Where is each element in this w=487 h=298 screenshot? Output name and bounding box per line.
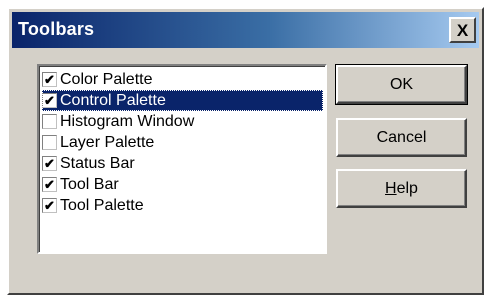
checkbox-tool-palette[interactable] xyxy=(42,198,57,213)
ok-button-label: OK xyxy=(389,75,414,93)
cancel-button[interactable]: Cancel xyxy=(336,118,467,157)
list-item-tool-bar[interactable]: Tool Bar xyxy=(42,174,323,195)
list-item-layer-palette[interactable]: Layer Palette xyxy=(42,132,323,153)
help-button-label: Help xyxy=(385,179,418,197)
toolbar-list[interactable]: Color Palette Control Palette Histogram … xyxy=(37,64,327,254)
list-item-label: Tool Bar xyxy=(60,175,119,193)
close-button[interactable]: X xyxy=(449,17,476,43)
list-item-label: Control Palette xyxy=(60,91,166,109)
checkbox-status-bar[interactable] xyxy=(42,156,57,171)
checkbox-layer-palette[interactable] xyxy=(42,135,57,150)
ok-button[interactable]: OK xyxy=(335,64,468,105)
toolbars-dialog: Toolbars X Color Palette Control Palette… xyxy=(0,0,487,298)
list-item-color-palette[interactable]: Color Palette xyxy=(42,69,323,90)
checkbox-tool-bar[interactable] xyxy=(42,177,57,192)
title-bar[interactable]: Toolbars X xyxy=(12,12,479,48)
list-item-label: Tool Palette xyxy=(60,196,144,214)
list-item-label: Status Bar xyxy=(60,154,135,172)
list-item-label: Color Palette xyxy=(60,70,153,88)
cancel-button-label: Cancel xyxy=(376,128,427,146)
dialog-title: Toolbars xyxy=(18,19,95,39)
dialog-frame: Toolbars X Color Palette Control Palette… xyxy=(7,7,484,295)
checkbox-control-palette[interactable] xyxy=(42,93,57,108)
close-icon: X xyxy=(456,20,469,40)
list-item-control-palette[interactable]: Control Palette xyxy=(42,90,323,111)
help-button[interactable]: Help xyxy=(336,169,467,208)
list-item-label: Layer Palette xyxy=(60,133,155,151)
list-item-label: Histogram Window xyxy=(60,112,195,130)
list-item-histogram-window[interactable]: Histogram Window xyxy=(42,111,323,132)
checkbox-color-palette[interactable] xyxy=(42,72,57,87)
list-item-tool-palette[interactable]: Tool Palette xyxy=(42,195,323,216)
list-item-status-bar[interactable]: Status Bar xyxy=(42,153,323,174)
checkbox-histogram-window[interactable] xyxy=(42,114,57,129)
